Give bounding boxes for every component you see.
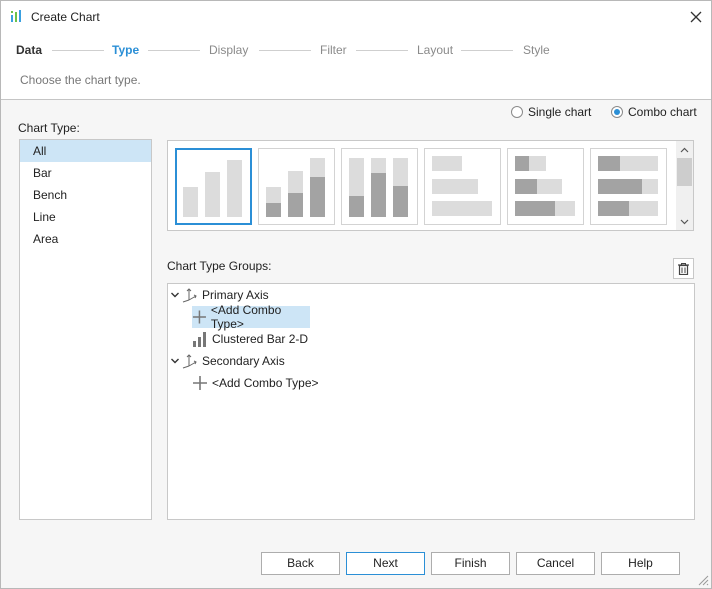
chart-type-item-area[interactable]: Area [20, 228, 151, 250]
help-button[interactable]: Help [601, 552, 680, 575]
chart-app-icon [11, 10, 21, 22]
chart-type-groups-tree: Primary Axis <Add Combo Type> Clustered … [167, 283, 695, 520]
radio-unchecked-icon [511, 106, 523, 118]
thumb-clustered-bar[interactable] [424, 148, 501, 225]
step-connector [52, 50, 104, 51]
step-layout[interactable]: Layout [417, 43, 453, 57]
thumb-stacked-column[interactable] [258, 148, 335, 225]
plus-icon [193, 376, 207, 390]
tree-node-add-combo-type-primary[interactable]: <Add Combo Type> [192, 303, 310, 331]
back-button[interactable]: Back [261, 552, 340, 575]
trash-icon [678, 263, 689, 275]
single-chart-label: Single chart [528, 105, 592, 119]
chart-type-groups-label: Chart Type Groups: [167, 259, 272, 273]
tree-node-add-combo-type-secondary[interactable]: <Add Combo Type> [192, 372, 319, 394]
wizard-steps: Data Type Display Filter Layout Style [1, 39, 711, 61]
cancel-button[interactable]: Cancel [516, 552, 595, 575]
step-style[interactable]: Style [523, 43, 550, 57]
percent-stacked-bar-icon [598, 156, 658, 216]
gallery-scrollbar[interactable] [676, 141, 693, 230]
chart-type-item-line[interactable]: Line [20, 206, 151, 228]
finish-button[interactable]: Finish [431, 552, 510, 575]
thumb-percent-stacked-bar[interactable] [590, 148, 667, 225]
chevron-down-icon[interactable] [170, 290, 180, 300]
scroll-up-icon[interactable] [680, 146, 689, 155]
scrollbar-thumb[interactable] [677, 158, 692, 186]
window-title: Create Chart [31, 10, 100, 24]
tree-node-secondary-axis[interactable]: Secondary Axis [170, 350, 285, 372]
delete-group-button[interactable] [673, 258, 694, 279]
chevron-down-icon[interactable] [170, 356, 180, 366]
step-display[interactable]: Display [209, 43, 248, 57]
step-filter[interactable]: Filter [320, 43, 347, 57]
chart-type-label: Chart Type: [18, 121, 80, 135]
combo-chart-radio[interactable]: Combo chart [611, 104, 697, 120]
chart-type-item-all[interactable]: All [20, 140, 151, 162]
step-data[interactable]: Data [16, 43, 42, 57]
step-subtitle: Choose the chart type. [20, 73, 141, 87]
scroll-down-icon[interactable] [680, 217, 689, 226]
percent-stacked-column-icon [349, 158, 408, 217]
radio-checked-icon [611, 106, 623, 118]
tree-node-label: <Add Combo Type> [210, 303, 282, 331]
single-chart-radio[interactable]: Single chart [511, 104, 591, 120]
axis-icon [182, 354, 197, 369]
tree-node-label: Secondary Axis [202, 354, 285, 368]
step-connector [461, 50, 513, 51]
close-icon [690, 11, 702, 23]
stacked-column-icon [266, 158, 325, 217]
bar-chart-icon [193, 332, 206, 347]
clustered-column-icon [183, 160, 242, 217]
title-bar: Create Chart [1, 1, 711, 32]
step-connector [148, 50, 200, 51]
next-button[interactable]: Next [346, 552, 425, 575]
chart-type-item-bench[interactable]: Bench [20, 184, 151, 206]
tree-node-label: Clustered Bar 2-D [212, 332, 309, 346]
stacked-bar-icon [515, 156, 575, 216]
tree-node-clustered-bar-2d[interactable]: Clustered Bar 2-D [192, 328, 308, 350]
plus-icon [192, 310, 206, 324]
chart-type-item-bar[interactable]: Bar [20, 162, 151, 184]
thumb-stacked-bar[interactable] [507, 148, 584, 225]
axis-icon [182, 288, 197, 303]
create-chart-dialog: Create Chart Data Type Display Filter La… [0, 0, 712, 589]
thumb-percent-stacked-column[interactable] [341, 148, 418, 225]
tree-node-label: Primary Axis [202, 288, 269, 302]
step-connector [356, 50, 408, 51]
clustered-bar-icon [432, 156, 492, 216]
chart-type-list[interactable]: All Bar Bench Line Area [19, 139, 152, 520]
thumb-clustered-column[interactable] [175, 148, 252, 225]
resize-grip-icon[interactable] [697, 574, 709, 586]
step-connector [259, 50, 311, 51]
step-type[interactable]: Type [112, 43, 139, 57]
combo-chart-label: Combo chart [628, 105, 697, 119]
close-button[interactable] [682, 5, 710, 29]
chart-thumbnail-gallery [167, 140, 694, 231]
tree-node-label: <Add Combo Type> [212, 376, 319, 390]
